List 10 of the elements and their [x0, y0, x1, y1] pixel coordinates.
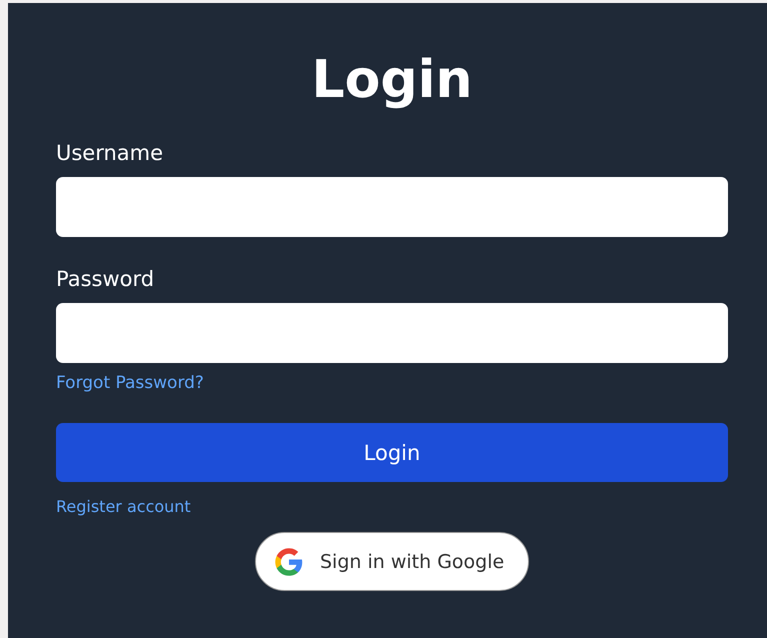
field-label: Username: [56, 140, 164, 167]
login-heading: Login: [310, 50, 474, 110]
login-button[interactable]: Login: [56, 423, 728, 482]
input-field[interactable]: [56, 177, 728, 237]
google-g-icon: [274, 546, 304, 576]
register-account-link[interactable]: Register account: [56, 497, 191, 517]
forgot-password-link[interactable]: Forgot Password?: [56, 372, 204, 394]
input-field[interactable]: [56, 303, 728, 363]
google-sign-in-button[interactable]: Sign in with Google: [255, 532, 529, 591]
field-label: Password: [56, 266, 156, 293]
